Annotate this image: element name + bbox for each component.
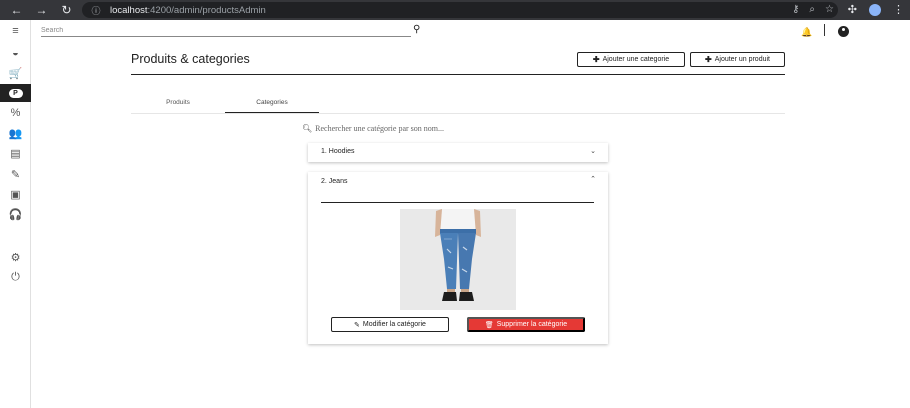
- key-icon[interactable]: ⚷: [792, 2, 799, 18]
- cart-icon[interactable]: 🛒: [0, 64, 31, 82]
- profile-avatar[interactable]: [869, 4, 881, 16]
- power-icon[interactable]: ⏻: [0, 268, 31, 286]
- star-icon[interactable]: ☆: [825, 2, 834, 18]
- menu-icon[interactable]: ≡: [0, 22, 31, 40]
- products-icon[interactable]: P: [0, 84, 31, 102]
- headset-icon[interactable]: 🎧: [0, 205, 31, 223]
- category-search-placeholder[interactable]: Rechercher une catégorie par son nom...: [315, 124, 444, 133]
- category-panel-jeans: 2. Jeans ⌃ ✎ Modifier la catégorie 🗑 Sup…: [308, 172, 608, 344]
- back-arrow-icon[interactable]: ←: [4, 0, 29, 20]
- plus-icon: ✚: [705, 55, 712, 64]
- category-panel-hoodies: 1. Hoodies ⌄: [308, 143, 608, 162]
- delete-category-button[interactable]: 🗑 Supprimer la catégorie: [467, 317, 585, 332]
- page-title: Produits & categories: [131, 52, 250, 66]
- category-image-jeans: [400, 209, 516, 310]
- more-icon[interactable]: ⋮: [893, 0, 904, 20]
- add-category-button[interactable]: ✚ Ajouter une categorie: [577, 52, 685, 67]
- category-divider: [321, 202, 594, 203]
- trash-icon: 🗑: [484, 321, 494, 329]
- users-icon[interactable]: 👥: [0, 124, 31, 142]
- category-label: 1. Hoodies: [321, 148, 355, 155]
- category-label: 2. Jeans: [321, 178, 348, 185]
- bell-icon[interactable]: 🔔: [801, 27, 812, 38]
- extensions-area: ✣ ⋮: [848, 0, 904, 20]
- settings-icon[interactable]: ⚙: [0, 248, 31, 266]
- chevron-down-icon: ⌄: [590, 148, 596, 155]
- global-search-input[interactable]: [41, 27, 411, 34]
- store-icon[interactable]: ▤: [0, 144, 31, 162]
- brush-icon[interactable]: ✎: [0, 165, 31, 183]
- category-search[interactable]: 🔍︎ Rechercher une catégorie par son nom.…: [302, 124, 444, 133]
- puzzle-icon[interactable]: ✣: [848, 0, 857, 20]
- tab-produits[interactable]: Produits: [131, 97, 225, 113]
- edit-category-button[interactable]: ✎ Modifier la catégorie: [331, 317, 449, 332]
- pencil-icon: ✎: [354, 321, 360, 329]
- browser-toolbar: ← → ↻ ⓘ localhost:4200/admin/productsAdm…: [0, 0, 910, 20]
- forward-arrow-icon[interactable]: →: [29, 0, 54, 20]
- global-search: [41, 27, 411, 37]
- header-divider: [131, 74, 785, 75]
- tab-bar: Produits Categories: [131, 97, 785, 114]
- percent-icon[interactable]: %: [0, 104, 31, 122]
- chevron-up-icon: ⌃: [590, 176, 596, 183]
- top-bar: ⚲ 🔔: [31, 20, 910, 44]
- plus-icon: ✚: [592, 55, 600, 64]
- account-icon[interactable]: [838, 26, 849, 37]
- save-icon[interactable]: ▣: [0, 185, 31, 203]
- add-product-button[interactable]: ✚ Ajouter un produit: [690, 52, 785, 67]
- site-info-icon[interactable]: ⓘ: [88, 4, 104, 17]
- address-bar[interactable]: ⓘ localhost:4200/admin/productsAdmin ⚷ ⌕…: [82, 2, 838, 18]
- jeans-model-illustration: [400, 209, 516, 310]
- browser-nav: ← → ↻: [4, 0, 79, 20]
- category-header-hoodies[interactable]: 1. Hoodies ⌄: [308, 143, 608, 162]
- category-header-jeans[interactable]: 2. Jeans ⌃: [308, 172, 608, 191]
- search-icon: 🔍︎: [302, 124, 313, 133]
- reload-icon[interactable]: ↻: [54, 0, 79, 20]
- divider: [824, 24, 825, 36]
- url-text[interactable]: localhost:4200/admin/productsAdmin: [110, 5, 266, 16]
- tab-categories[interactable]: Categories: [225, 97, 319, 113]
- search-icon[interactable]: ⚲: [413, 24, 420, 35]
- zoom-icon[interactable]: ⌕: [809, 2, 815, 18]
- dashboard-icon[interactable]: ◒: [0, 44, 31, 62]
- sidebar: ≡ ◒ 🛒 P % 👥 ▤ ✎ ▣ 🎧 ⚙ ⏻: [0, 20, 31, 408]
